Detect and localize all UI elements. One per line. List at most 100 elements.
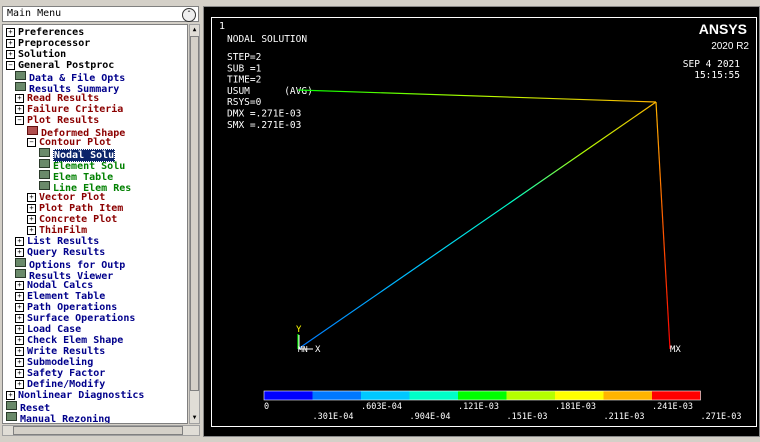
expand-icon[interactable]: + bbox=[15, 303, 24, 312]
expand-icon[interactable]: + bbox=[15, 281, 24, 290]
info-line: STEP=2 bbox=[227, 52, 261, 63]
menu-item-concrete-plot[interactable]: + Concrete Plot bbox=[27, 214, 117, 225]
menu-item-label: Solution bbox=[18, 49, 67, 60]
expand-icon[interactable]: + bbox=[15, 380, 24, 389]
ansys-version: 2020 R2 bbox=[711, 41, 749, 52]
main-menu-title-bar: Main Menu ˆ bbox=[2, 6, 199, 22]
expand-icon[interactable]: + bbox=[6, 39, 15, 48]
menu-item-results-viewer[interactable]: Results Viewer bbox=[15, 269, 113, 282]
legend-color-swatch bbox=[506, 391, 555, 400]
expand-icon[interactable]: + bbox=[15, 369, 24, 378]
menu-item-contour-plot[interactable]: − Contour Plot bbox=[27, 137, 111, 148]
contour-plot-canvas[interactable]: 1 NODAL SOLUTION STEP=2SUB =1TIME=2USUM … bbox=[212, 18, 756, 426]
scrollbar-thumb[interactable] bbox=[190, 36, 199, 391]
plot-title: NODAL SOLUTION bbox=[227, 34, 307, 45]
menu-item-solution[interactable]: + Solution bbox=[6, 49, 66, 60]
horizontal-scrollbar-thumb[interactable] bbox=[13, 426, 183, 435]
menu-item-surface-operations[interactable]: + Surface Operations bbox=[15, 313, 135, 324]
legend-tick-label: .603E-04 bbox=[361, 402, 402, 412]
menu-item-label: ThinFilm bbox=[39, 225, 88, 236]
menu-item-load-case[interactable]: + Load Case bbox=[15, 324, 81, 335]
menu-item-reset[interactable]: Reset bbox=[6, 401, 50, 414]
menu-item-label: Define/Modify bbox=[27, 379, 106, 390]
menu-item-manual-rezoning[interactable]: Manual Rezoning bbox=[6, 412, 110, 423]
menu-item-plot-results[interactable]: − Plot Results bbox=[15, 115, 99, 126]
collapse-menu-icon[interactable]: ˆ bbox=[182, 8, 196, 22]
menu-item-define-modify[interactable]: + Define/Modify bbox=[15, 379, 105, 390]
menu-item-safety-factor[interactable]: + Safety Factor bbox=[15, 368, 105, 379]
menu-item-options-for-outp[interactable]: Options for Outp bbox=[15, 258, 125, 271]
menu-item-nodal-solu[interactable]: Nodal Solu bbox=[39, 148, 116, 162]
menu-item-preferences[interactable]: + Preferences bbox=[6, 27, 84, 38]
expand-icon[interactable]: + bbox=[15, 314, 24, 323]
menu-item-element-solu[interactable]: Element Solu bbox=[39, 159, 125, 172]
menu-item-elem-table[interactable]: Elem Table bbox=[39, 170, 113, 183]
menu-item-element-table[interactable]: + Element Table bbox=[15, 291, 105, 302]
expand-icon[interactable]: + bbox=[6, 50, 15, 59]
menu-item-label: Surface Operations bbox=[27, 313, 136, 324]
legend-tick-label: .151E-03 bbox=[507, 412, 548, 422]
graphics-window[interactable]: 1 NODAL SOLUTION STEP=2 SUB =1 TIME=2 USUM … bbox=[211, 17, 757, 427]
menu-item-preprocessor[interactable]: + Preprocessor bbox=[6, 38, 90, 49]
menu-item-label: Element Table bbox=[27, 291, 106, 302]
menu-item-submodeling[interactable]: + Submodeling bbox=[15, 357, 93, 368]
menu-item-line-elem-res[interactable]: Line Elem Res bbox=[39, 181, 131, 194]
expand-icon[interactable]: + bbox=[27, 215, 36, 224]
menu-item-nodal-calcs[interactable]: + Nodal Calcs bbox=[15, 280, 93, 291]
collapse-icon[interactable]: − bbox=[6, 61, 15, 70]
expand-icon[interactable]: + bbox=[15, 358, 24, 367]
menu-item-read-results[interactable]: + Read Results bbox=[15, 93, 99, 104]
menu-item-label: Preprocessor bbox=[18, 38, 91, 49]
expand-icon[interactable]: + bbox=[15, 347, 24, 356]
expand-icon[interactable]: + bbox=[27, 204, 36, 213]
plot-time: 15:15:55 bbox=[694, 70, 740, 81]
max-node-label: MX bbox=[670, 345, 681, 355]
expand-icon[interactable]: + bbox=[15, 336, 24, 345]
expand-icon[interactable]: + bbox=[27, 193, 36, 202]
legend-tick-label: .211E-03 bbox=[604, 412, 645, 422]
menu-item-failure-criteria[interactable]: + Failure Criteria bbox=[15, 104, 123, 115]
menu-item-path-operations[interactable]: + Path Operations bbox=[15, 302, 117, 313]
menu-item-plot-path-item[interactable]: + Plot Path Item bbox=[27, 203, 123, 214]
menu-leaf-icon bbox=[15, 71, 26, 80]
menu-item-label: Vector Plot bbox=[39, 192, 106, 203]
scroll-up-arrow-icon[interactable]: ▲ bbox=[190, 25, 199, 35]
expand-icon[interactable]: + bbox=[6, 391, 15, 400]
menu-item-write-results[interactable]: + Write Results bbox=[15, 346, 105, 357]
menu-leaf-icon bbox=[39, 170, 50, 179]
expand-icon[interactable]: + bbox=[15, 105, 24, 114]
expand-icon[interactable]: + bbox=[27, 226, 36, 235]
menu-leaf-icon bbox=[15, 82, 26, 91]
menu-item-nonlinear-diagnostics[interactable]: + Nonlinear Diagnostics bbox=[6, 390, 144, 401]
menu-item-label: Contour Plot bbox=[39, 137, 112, 148]
expand-icon[interactable]: + bbox=[15, 325, 24, 334]
menu-leaf-icon bbox=[6, 412, 17, 421]
collapse-icon[interactable]: − bbox=[15, 116, 24, 125]
info-line: SUB =1 bbox=[227, 63, 262, 74]
expand-icon[interactable]: + bbox=[15, 292, 24, 301]
y-axis-label: Y bbox=[296, 325, 302, 335]
menu-item-general-postproc[interactable]: − General Postproc bbox=[6, 60, 114, 71]
menu-item-label: Concrete Plot bbox=[39, 214, 118, 225]
expand-icon[interactable]: + bbox=[6, 28, 15, 37]
legend-color-swatch bbox=[603, 391, 652, 400]
plot-date: SEP 4 2021 bbox=[683, 59, 740, 70]
menu-item-list-results[interactable]: + List Results bbox=[15, 236, 99, 247]
scroll-down-arrow-icon[interactable]: ▼ bbox=[190, 413, 199, 423]
menu-vertical-scrollbar[interactable]: ▲ ▼ bbox=[189, 24, 200, 424]
model-diagonal-edge bbox=[297, 101, 657, 350]
menu-item-check-elem-shape[interactable]: + Check Elem Shape bbox=[15, 335, 123, 346]
menu-item-results-summary[interactable]: Results Summary bbox=[15, 82, 119, 95]
menu-item-thinfilm[interactable]: + ThinFilm bbox=[27, 225, 87, 236]
legend-tick-label: .301E-04 bbox=[313, 412, 354, 422]
expand-icon[interactable]: + bbox=[15, 248, 24, 257]
menu-item-data-file-opts[interactable]: Data & File Opts bbox=[15, 71, 125, 84]
menu-item-query-results[interactable]: + Query Results bbox=[15, 247, 105, 258]
menu-item-label: Read Results bbox=[27, 93, 100, 104]
menu-item-deformed-shape[interactable]: Deformed Shape bbox=[27, 126, 125, 139]
menu-item-vector-plot[interactable]: + Vector Plot bbox=[27, 192, 105, 203]
expand-icon[interactable]: + bbox=[15, 237, 24, 246]
menu-horizontal-scrollbar[interactable] bbox=[2, 425, 200, 436]
collapse-icon[interactable]: − bbox=[27, 138, 36, 147]
expand-icon[interactable]: + bbox=[15, 94, 24, 103]
